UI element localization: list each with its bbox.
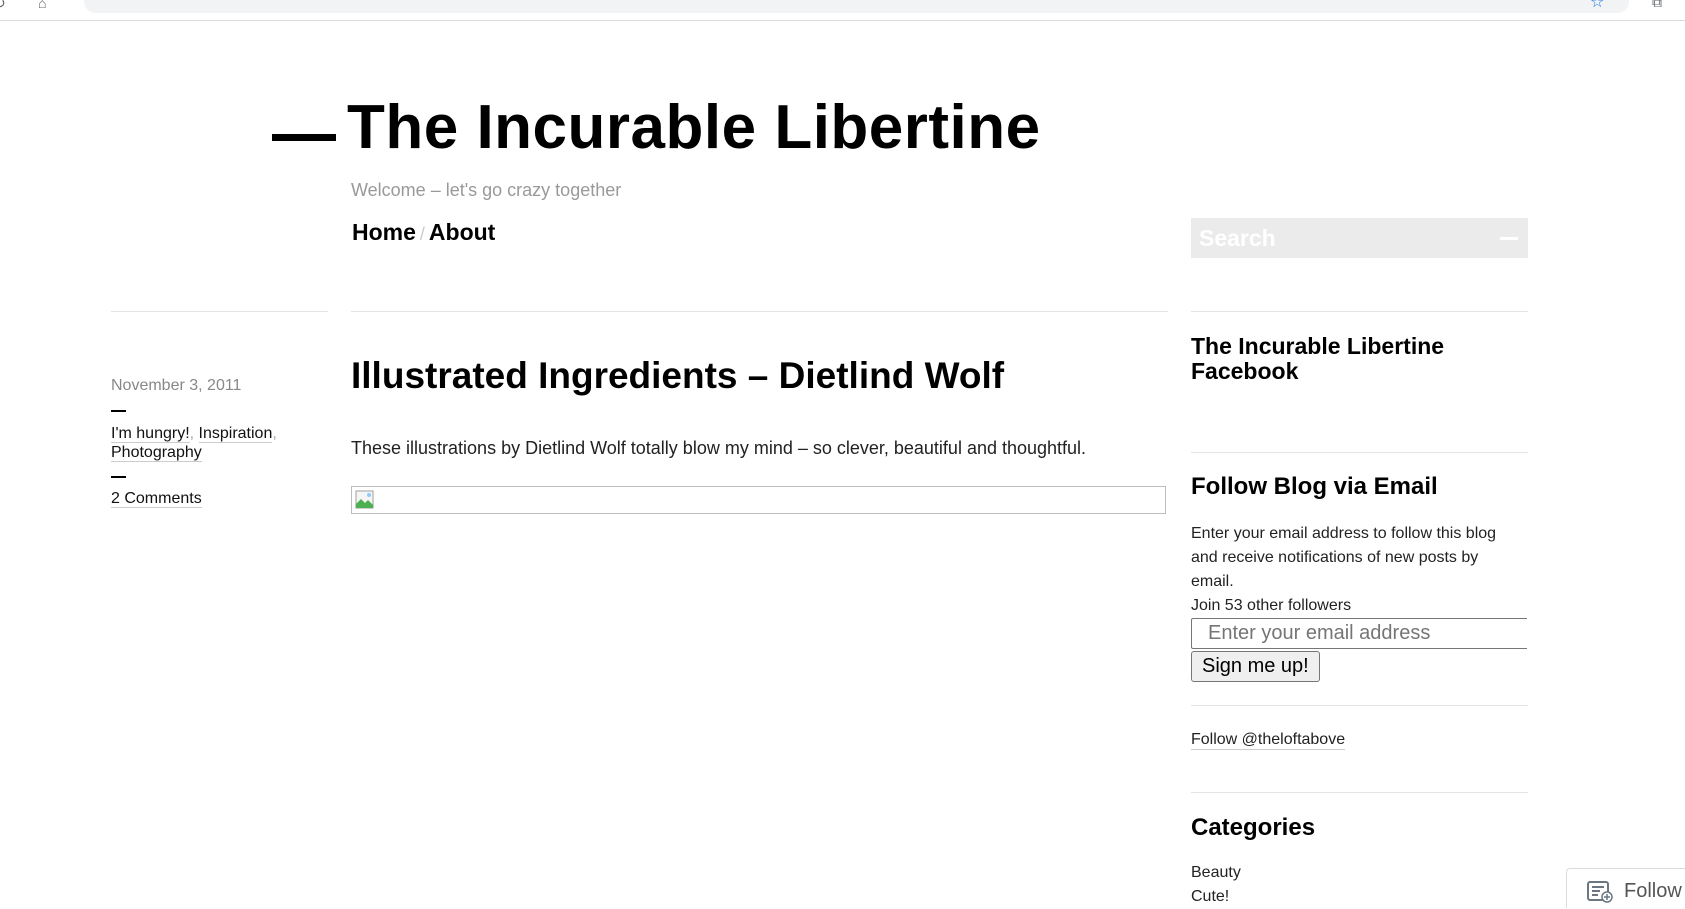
nav-about-link[interactable]: About [429,219,495,245]
floating-follow-button[interactable]: Follow [1566,868,1685,908]
address-bar[interactable] [84,0,1629,13]
home-icon[interactable]: ⌂ [38,0,54,10]
post-body-text: These illustrations by Dietlind Wolf tot… [351,438,1087,458]
post-image-placeholder[interactable] [351,486,1166,514]
post-categories: I'm hungry!, Inspiration, Photography [111,425,277,462]
browser-toolbar: ↻ ⌂ ☆ ⧉ [0,0,1685,21]
category-item-cute[interactable]: Cute! [1191,888,1229,905]
follower-count: Join 53 other followers [1191,597,1352,614]
search-submit-icon[interactable] [1500,237,1518,240]
post-date[interactable]: November 3, 2011 [111,376,321,396]
sidebar-divider [1191,792,1528,793]
sidebar-divider [1191,311,1528,312]
category-link[interactable]: Inspiration [198,425,273,443]
category-list: Beauty Cute! [1191,861,1241,909]
meta-divider [111,311,328,312]
reader-follow-icon [1587,881,1613,903]
comments-link[interactable]: 2 Comments [111,490,202,508]
extensions-icon[interactable]: ⧉ [1652,0,1662,9]
twitter-follow-link[interactable]: Follow @theloftabove [1191,731,1346,750]
facebook-widget-title: The Incurable Libertine Facebook [1191,333,1445,384]
broken-image-icon [355,490,374,509]
category-item-beauty[interactable]: Beauty [1191,864,1241,881]
meta-dash-divider [111,476,126,478]
follow-email-description: Enter your email address to follow this … [1191,525,1497,590]
search-form [1191,218,1528,258]
nav-separator: / [419,224,425,244]
search-input[interactable] [1191,218,1469,258]
follow-button-label: Follow [1624,880,1682,902]
content-divider [351,311,1168,312]
bookmark-star-icon[interactable]: ☆ [1590,0,1604,11]
sidebar-divider [1191,705,1528,706]
site-title[interactable]: The Incurable Libertine [347,92,1041,163]
sidebar-divider [1191,452,1528,453]
category-link[interactable]: Photography [111,444,202,462]
post-title[interactable]: Illustrated Ingredients – Dietlind Wolf [351,355,1004,397]
nav-home-link[interactable]: Home [352,219,416,245]
reload-icon[interactable]: ↻ [0,0,10,10]
category-link[interactable]: I'm hungry! [111,425,190,443]
main-navigation: Home / About [352,219,495,246]
email-field[interactable] [1191,618,1527,649]
site-tagline: Welcome – let's go crazy together [351,180,622,200]
post-meta: November 3, 2011 I'm hungry!, Inspiratio… [111,376,321,508]
sign-up-button[interactable]: Sign me up! [1191,651,1320,682]
meta-dash-divider [111,410,126,412]
follow-email-title: Follow Blog via Email [1191,473,1438,500]
categories-title: Categories [1191,814,1316,841]
title-dash-decoration [272,134,336,141]
